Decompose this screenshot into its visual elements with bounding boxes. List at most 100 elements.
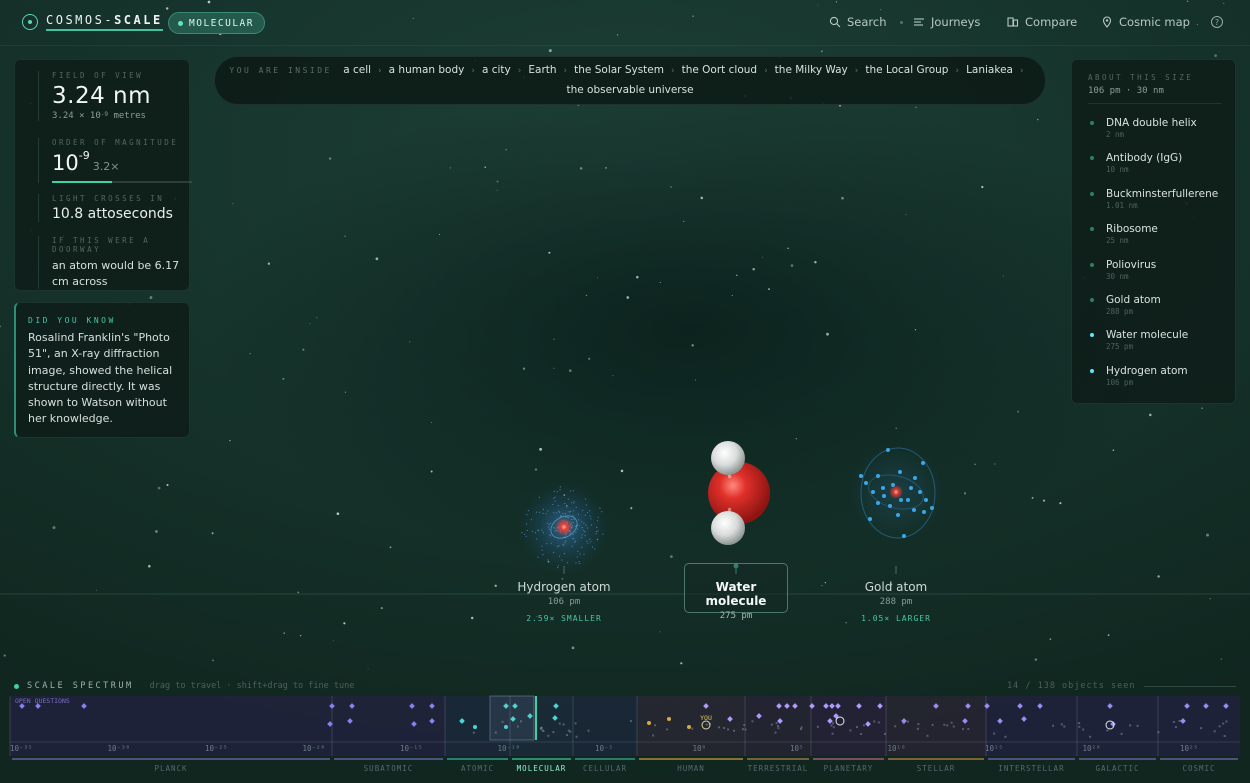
spectrum-object-marker[interactable] [777, 727, 780, 730]
spectrum-object-marker[interactable] [926, 734, 929, 737]
spectrum-object-marker[interactable] [775, 722, 778, 724]
spectrum-object-marker[interactable] [907, 720, 909, 723]
spectrum-object-marker[interactable] [566, 734, 568, 737]
spectrum-object-marker[interactable] [1052, 724, 1055, 727]
spectrum-object-marker[interactable] [1136, 724, 1139, 727]
spectrum-object-marker[interactable] [1223, 735, 1226, 737]
spectrum-object-marker[interactable] [950, 721, 953, 724]
spectrum-object-marker[interactable] [473, 725, 477, 729]
spectrum-object-marker[interactable] [547, 734, 550, 737]
spectrum-object-marker[interactable] [691, 727, 694, 730]
spectrum-band-label[interactable]: INTERSTELLAR [998, 764, 1064, 773]
spectrum-object-marker[interactable] [849, 729, 852, 732]
spectrum-object-marker[interactable] [744, 728, 747, 731]
spectrum-object-marker[interactable] [831, 722, 834, 725]
spectrum-object-marker[interactable] [1200, 727, 1203, 730]
gold-atom-label[interactable]: Gold atom 288 pm 1.05× LARGER [836, 580, 956, 623]
spectrum-object-marker[interactable] [705, 723, 708, 726]
spectrum-object-marker[interactable] [666, 728, 669, 731]
spectrum-object-marker[interactable] [873, 720, 876, 723]
spectrum-band-label[interactable]: GALACTIC [1095, 764, 1139, 773]
spectrum-band-label[interactable]: PLANETARY [824, 764, 874, 773]
viewport-window[interactable] [489, 695, 535, 741]
spectrum-object-marker[interactable] [542, 730, 545, 733]
spectrum-object-marker[interactable] [916, 727, 919, 730]
spectrum-object-marker[interactable] [1213, 730, 1216, 733]
spectrum-object-marker[interactable] [552, 731, 555, 734]
spectrum-object-marker[interactable] [884, 732, 886, 735]
spectrum-object-marker[interactable] [587, 729, 590, 732]
spectrum-object-marker[interactable] [770, 723, 773, 726]
spectrum-object-marker[interactable] [952, 725, 955, 728]
spectrum-object-marker[interactable] [1129, 724, 1132, 727]
spectrum-object-marker[interactable] [830, 724, 833, 727]
spectrum-object-marker[interactable] [777, 725, 779, 727]
hydrogen-atom-model[interactable] [518, 481, 610, 573]
spectrum-object-marker[interactable] [558, 722, 561, 725]
spectrum-object-marker[interactable] [687, 725, 691, 729]
spectrum-object-marker[interactable] [652, 734, 655, 737]
spectrum-object-marker[interactable] [654, 724, 656, 727]
spectrum-object-marker[interactable] [832, 726, 835, 729]
spectrum-object-marker[interactable] [902, 722, 905, 725]
scale-spectrum-timeline[interactable]: PLANCK SUBATOMIC ATOMIC MOLECULAR CELLULAR HU… [0, 694, 1250, 783]
spectrum-object-marker[interactable] [931, 723, 934, 726]
spectrum-band-label[interactable]: SUBATOMIC [364, 764, 414, 773]
gold-atom-model[interactable] [848, 444, 944, 540]
spectrum-object-marker[interactable] [816, 725, 819, 728]
spectrum-object-marker[interactable] [967, 728, 970, 730]
spectrum-object-marker[interactable] [862, 724, 865, 727]
spectrum-object-marker[interactable] [856, 726, 858, 728]
spectrum-object-marker[interactable] [575, 735, 578, 738]
spectrum-object-marker[interactable] [1060, 723, 1063, 726]
spectrum-object-marker[interactable] [1078, 722, 1081, 725]
spectrum-object-marker[interactable] [1082, 728, 1085, 731]
spectrum-object-marker[interactable] [1174, 726, 1177, 729]
spectrum-object-marker[interactable] [472, 731, 475, 734]
spectrum-band-label[interactable]: PLANCK [154, 764, 187, 773]
spectrum-band-label[interactable]: TERRESTRIAL [748, 764, 809, 773]
spectrum-object-marker[interactable] [894, 725, 897, 728]
spectrum-object-marker[interactable] [799, 728, 802, 731]
spectrum-object-marker[interactable] [718, 726, 720, 729]
spectrum-object-marker[interactable] [1106, 729, 1109, 732]
spectrum-object-marker[interactable] [831, 732, 834, 735]
spectrum-object-marker[interactable] [1078, 725, 1081, 728]
spectrum-band-label[interactable]: ATOMIC [461, 764, 494, 773]
spectrum-band-label[interactable]: MOLECULAR [517, 764, 567, 773]
spectrum-object-marker[interactable] [647, 721, 651, 725]
spectrum-object-marker[interactable] [1218, 725, 1221, 728]
spectrum-object-marker[interactable] [741, 728, 744, 731]
spectrum-object-marker[interactable] [723, 727, 726, 729]
spectrum-object-marker[interactable] [917, 723, 920, 726]
spectrum-object-marker[interactable] [1157, 731, 1160, 734]
spectrum-object-marker[interactable] [946, 724, 949, 727]
spectrum-object-marker[interactable] [774, 731, 777, 734]
spectrum-object-marker[interactable] [1063, 725, 1066, 728]
spectrum-object-marker[interactable] [1172, 721, 1175, 723]
spectrum-object-marker[interactable] [574, 722, 577, 725]
spectrum-band-label[interactable]: CELLULAR [583, 764, 627, 773]
spectrum-band-label[interactable]: COSMIC [1182, 764, 1215, 773]
spectrum-object-marker[interactable] [1120, 732, 1123, 735]
spectrum-object-marker[interactable] [860, 733, 863, 735]
spectrum-object-marker[interactable] [1178, 720, 1181, 722]
spectrum-object-marker[interactable] [562, 723, 565, 726]
spectrum-object-marker[interactable] [727, 728, 730, 731]
spectrum-band-label[interactable]: STELLAR [917, 764, 956, 773]
spectrum-object-marker[interactable] [943, 723, 946, 726]
spectrum-object-marker[interactable] [962, 728, 964, 731]
spectrum-object-marker[interactable] [733, 729, 735, 732]
spectrum-object-marker[interactable] [1222, 722, 1225, 725]
spectrum-object-marker[interactable] [1225, 720, 1228, 723]
water-molecule-model[interactable] [708, 441, 770, 545]
hydrogen-atom-label[interactable]: Hydrogen atom 106 pm 2.59× SMALLER [504, 580, 624, 623]
spectrum-object-marker[interactable] [1089, 735, 1092, 738]
spectrum-object-marker[interactable] [1004, 735, 1007, 738]
spectrum-object-marker[interactable] [540, 727, 543, 729]
spectrum-object-marker[interactable] [877, 721, 880, 724]
focused-object-card[interactable]: Water molecule 275 pm [684, 563, 788, 621]
spectrum-object-marker[interactable] [667, 717, 671, 721]
spectrum-object-marker[interactable] [743, 724, 746, 727]
spectrum-object-marker[interactable] [629, 720, 632, 723]
